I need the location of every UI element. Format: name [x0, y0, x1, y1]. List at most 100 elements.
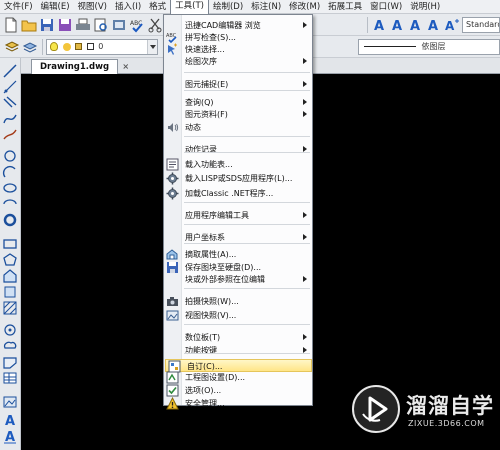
menu-separator	[184, 288, 310, 289]
tools-menu-item-label: 拍摄快照(W)...	[185, 297, 239, 306]
new-file-icon[interactable]	[3, 17, 19, 33]
svg-text:A: A	[392, 19, 402, 33]
tools-menu-item[interactable]: 加载Classic .NET程序...	[164, 187, 312, 200]
menu-view[interactable]: 视图(V)	[74, 0, 111, 14]
tools-menu-item[interactable]: 动作记录	[164, 143, 312, 156]
menu-edit[interactable]: 编辑(E)	[37, 0, 74, 14]
tools-menu-item[interactable]: 载入功能表...	[164, 158, 312, 171]
watermark: 溜溜自学 ZIXUE.3D66.COM	[350, 383, 496, 443]
polygon-tool-icon[interactable]	[2, 252, 18, 268]
menu-extend-tools[interactable]: 拓展工具	[324, 0, 366, 14]
hatch-tool-icon[interactable]	[2, 300, 18, 316]
ray-tool-icon[interactable]	[2, 79, 18, 95]
drawing-settings-icon	[166, 371, 179, 384]
layer-dropdown[interactable]: 0	[46, 39, 158, 55]
extract-attributes-icon	[166, 248, 179, 261]
text-style-dropdown[interactable]: Standard	[462, 17, 500, 33]
menu-insert[interactable]: 插入(I)	[111, 0, 145, 14]
layer-color-swatch	[86, 43, 94, 50]
revcloud-tool-icon[interactable]	[2, 338, 18, 354]
ellipse-tool-icon[interactable]	[2, 180, 18, 196]
tools-menu-item[interactable]: 数位板(T)	[164, 331, 312, 344]
menu-file[interactable]: 文件(F)	[0, 0, 37, 14]
tools-menu-item[interactable]: 选项(O)...	[164, 384, 312, 397]
block-tool-icon[interactable]	[2, 284, 18, 300]
spellcheck-toolbar-icon[interactable]: ABC	[129, 17, 145, 33]
watermark-logo-icon	[352, 385, 400, 433]
mtext-tool-icon[interactable]: A	[2, 412, 18, 428]
cut-icon[interactable]	[147, 17, 163, 33]
table-tool-icon[interactable]	[2, 370, 18, 386]
submenu-arrow-icon	[303, 22, 307, 28]
document-tab[interactable]: Drawing1.dwg ×	[31, 59, 129, 74]
tools-menu-item-label: 块或外部参照在位编辑	[185, 275, 265, 284]
draw-toolbar: A A	[0, 58, 21, 450]
arc-spline-tool-icon[interactable]	[2, 111, 18, 127]
linetype-dropdown[interactable]: 依图层	[358, 39, 500, 55]
tools-menu-item[interactable]: 应用程序编辑工具	[164, 209, 312, 222]
document-tab-title: Drawing1.dwg	[40, 62, 110, 72]
print-preview-icon[interactable]	[93, 17, 109, 33]
tools-menu-item-label: 应用程序编辑工具	[185, 211, 249, 220]
tools-menu-item[interactable]: 载入LISP或SDS应用程序(L)...	[164, 172, 312, 185]
tools-menu-item[interactable]: 图元资料(F)	[164, 108, 312, 121]
line-tool-icon[interactable]	[2, 63, 18, 79]
camera-icon	[166, 295, 179, 308]
menu-modify[interactable]: 修改(M)	[285, 0, 324, 14]
tools-menu-item-label: 动作记录	[185, 145, 217, 154]
save-as-icon[interactable]	[57, 17, 73, 33]
menu-format[interactable]: 格式	[145, 0, 170, 14]
tools-menu-item[interactable]: 拍摄快照(W)...	[164, 295, 312, 308]
tools-menu-item[interactable]: 摘取属性(A)...	[164, 248, 312, 261]
open-folder-icon[interactable]	[21, 17, 37, 33]
svg-text:A: A	[445, 19, 455, 33]
arc-tool-icon[interactable]	[2, 164, 18, 180]
layer-states-icon[interactable]	[22, 39, 38, 55]
close-tab-icon[interactable]: ×	[122, 60, 129, 74]
region-tool-icon[interactable]	[2, 268, 18, 284]
text-tool-icon[interactable]: A	[2, 428, 18, 444]
menu-dimension[interactable]: 标注(N)	[247, 0, 285, 14]
freehand-tool-icon[interactable]	[2, 127, 18, 143]
text-style-icon[interactable]: A	[444, 17, 460, 33]
tools-menu-item-label: 选项(O)...	[185, 386, 222, 395]
ellipse-arc-tool-icon[interactable]	[2, 196, 18, 212]
tools-menu-item[interactable]: 视图快照(V)...	[164, 309, 312, 322]
text-d-icon[interactable]: A	[426, 17, 442, 33]
polyline-tool-icon[interactable]	[2, 95, 18, 111]
menu-tools[interactable]: 工具(T)	[170, 0, 209, 14]
submenu-arrow-icon	[303, 58, 307, 64]
tools-menu-item-label: 加载Classic .NET程序...	[185, 189, 274, 198]
submenu-arrow-icon	[303, 111, 307, 117]
menu-separator	[184, 90, 310, 91]
text-c-icon[interactable]: A	[408, 17, 424, 33]
print-icon[interactable]	[75, 17, 91, 33]
tools-menu-item[interactable]: 动态	[164, 121, 312, 134]
tools-menu-item-label: 摘取属性(A)...	[185, 250, 237, 259]
text-b-icon[interactable]: A	[390, 17, 406, 33]
menu-separator	[184, 152, 310, 153]
save-icon[interactable]	[39, 17, 55, 33]
layer-manager-icon[interactable]	[4, 39, 20, 55]
insert-image-tool-icon[interactable]	[2, 394, 18, 410]
circle-tool-icon[interactable]	[2, 148, 18, 164]
text-a-icon[interactable]: A	[372, 17, 388, 33]
wipeout-tool-icon[interactable]	[2, 354, 18, 370]
point-tool-icon[interactable]	[2, 322, 18, 338]
rectangle-tool-icon[interactable]	[2, 236, 18, 252]
tools-menu-item[interactable]: 安全管理...	[164, 397, 312, 410]
tools-menu-item[interactable]: 绘图次序	[164, 55, 312, 68]
publish-icon[interactable]	[111, 17, 127, 33]
tools-menu-item[interactable]: 功能按键	[164, 344, 312, 357]
menu-window[interactable]: 窗口(W)	[366, 0, 406, 14]
donut-tool-icon[interactable]	[2, 212, 18, 228]
submenu-arrow-icon	[303, 99, 307, 105]
menu-help[interactable]: 说明(H)	[406, 0, 444, 14]
tools-menu-item[interactable]: 工程图设置(D)...	[164, 371, 312, 384]
lightbulb-icon	[50, 42, 58, 51]
svg-text:A: A	[374, 19, 384, 33]
menu-draw[interactable]: 绘制(D)	[209, 0, 247, 14]
tools-menu-item[interactable]: 块或外部参照在位编辑	[164, 273, 312, 286]
speaker-icon	[166, 121, 179, 134]
gear-icon	[166, 187, 179, 200]
